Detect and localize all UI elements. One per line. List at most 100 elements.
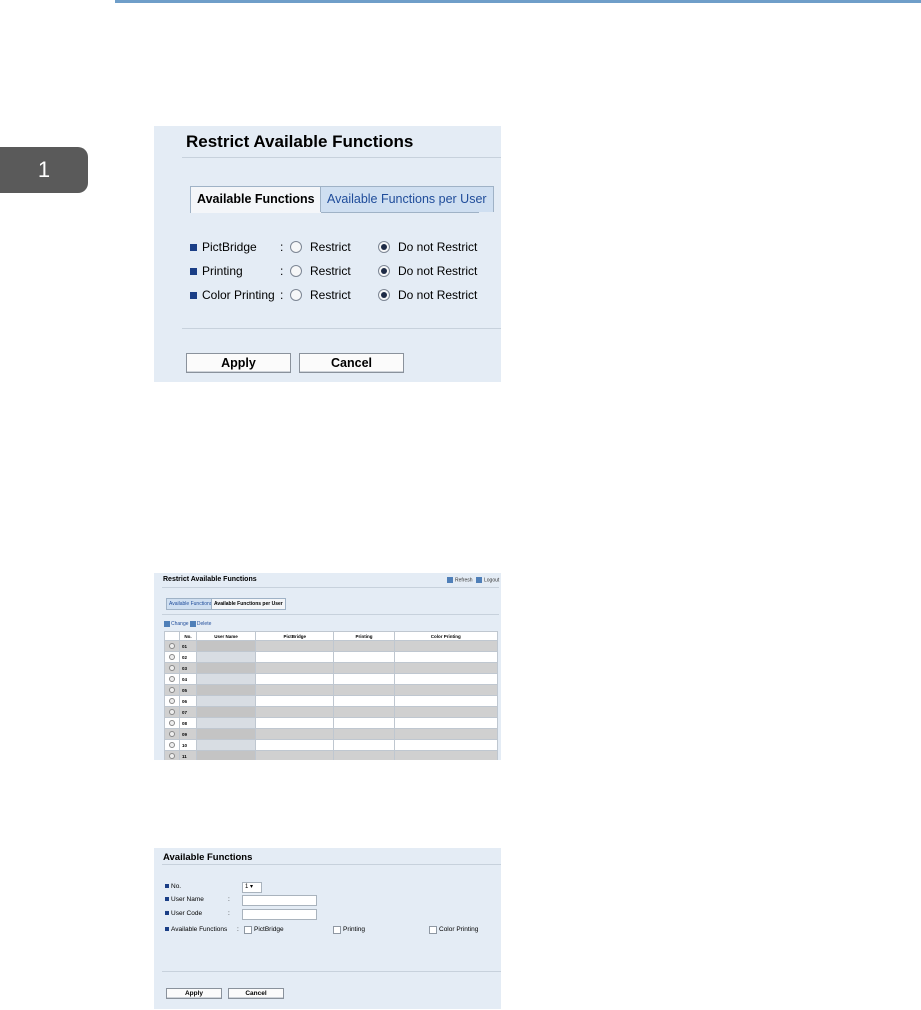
table-row[interactable]: 11 (164, 750, 499, 760)
restrict-radio[interactable] (290, 265, 302, 277)
footer-divider (162, 971, 501, 972)
do-not-restrict-label: Do not Restrict (398, 264, 478, 278)
do-not-restrict-label: Do not Restrict (398, 240, 478, 254)
available-functions-row: Available Functions : PictBridge Printin… (165, 925, 495, 935)
table-row[interactable]: 06 (164, 695, 499, 707)
refresh-label: Refresh (455, 577, 473, 584)
tab-available-functions-per-user[interactable]: Available Functions per User (211, 598, 286, 610)
bullet-square-icon (190, 268, 197, 275)
column-header-printing: Printing (333, 631, 395, 641)
row-select-radio[interactable] (164, 739, 180, 751)
colon: : (228, 896, 230, 903)
colon: : (237, 926, 239, 933)
color-printing-cell (393, 706, 499, 718)
row-select-radio[interactable] (164, 651, 180, 663)
table-row[interactable]: 02 (164, 651, 499, 663)
do-not-restrict-radio[interactable] (378, 241, 390, 253)
pictbridge-cell (254, 717, 335, 729)
change-icon (164, 621, 170, 627)
user-name-cell (196, 695, 256, 707)
row-select-radio[interactable] (164, 750, 180, 760)
restrict-radio[interactable] (290, 241, 302, 253)
do-not-restrict-radio[interactable] (378, 289, 390, 301)
bullet-square-icon (165, 911, 169, 915)
cancel-button[interactable]: Cancel (228, 988, 284, 999)
color-printing-cell (393, 684, 499, 696)
refresh-link[interactable]: Refresh (447, 577, 473, 583)
no-select[interactable]: 1 ▾ (242, 882, 262, 893)
row-select-radio[interactable] (164, 673, 180, 685)
color-printing-cell (393, 750, 499, 760)
color-printing-cell (393, 728, 499, 740)
user-code-input[interactable] (242, 909, 317, 920)
row-select-radio[interactable] (164, 706, 180, 718)
do-not-restrict-label: Do not Restrict (398, 288, 478, 302)
table-row[interactable]: 08 (164, 717, 499, 729)
user-name-cell (196, 651, 256, 663)
refresh-icon (447, 577, 453, 583)
delete-link[interactable]: Delete (189, 621, 211, 627)
radio-icon (169, 752, 175, 759)
column-header-color-printing: Color Printing (393, 631, 499, 641)
radio-icon (169, 642, 175, 649)
table-row[interactable]: 10 (164, 739, 499, 751)
cancel-button[interactable]: Cancel (299, 353, 404, 373)
do-not-restrict-radio[interactable] (378, 265, 390, 277)
function-label: Printing (202, 264, 243, 278)
row-select-radio[interactable] (164, 717, 180, 729)
tab-available-functions-per-user[interactable]: Available Functions per User (320, 186, 494, 212)
printing-checkbox[interactable] (333, 926, 341, 934)
radio-icon (169, 686, 175, 693)
colon: : (228, 910, 230, 917)
restrict-label: Restrict (310, 240, 351, 254)
title-divider (162, 864, 501, 865)
color-printing-checkbox[interactable] (429, 926, 437, 934)
table-row[interactable]: 03 (164, 662, 499, 674)
tab-divider (162, 614, 499, 615)
radio-icon (169, 730, 175, 737)
user-table: No. User Name PictBridge Printing Color … (164, 631, 499, 760)
table-row[interactable]: 07 (164, 706, 499, 718)
user-name-cell (196, 728, 256, 740)
row-number: 11 (179, 750, 197, 760)
user-code-label: User Code (171, 910, 203, 917)
printing-cell (333, 750, 395, 760)
color-printing-cell (393, 695, 499, 707)
bullet-square-icon (165, 884, 169, 888)
logout-link[interactable]: Logout (476, 577, 499, 583)
radio-icon (169, 708, 175, 715)
table-row[interactable]: 01 (164, 640, 499, 652)
tab-available-functions[interactable]: Available Functions (166, 598, 216, 610)
apply-button[interactable]: Apply (186, 353, 291, 373)
delete-icon (189, 621, 196, 627)
row-select-radio[interactable] (164, 695, 180, 707)
pictbridge-label: PictBridge (254, 926, 284, 933)
restrict-radio[interactable] (290, 289, 302, 301)
row-number: 06 (179, 695, 197, 707)
user-name-cell (196, 640, 256, 652)
table-row[interactable]: 05 (164, 684, 499, 696)
tab-available-functions[interactable]: Available Functions (190, 186, 322, 213)
row-select-radio[interactable] (164, 640, 180, 652)
colon: : (280, 288, 284, 302)
row-select-radio[interactable] (164, 684, 180, 696)
pictbridge-cell (254, 739, 335, 751)
action-bar: Change Delete (164, 621, 211, 627)
row-select-radio[interactable] (164, 662, 180, 674)
row-number: 07 (179, 706, 197, 718)
available-functions-form: Available Functions No. 1 ▾ User Name : … (154, 848, 501, 1009)
change-link[interactable]: Change (164, 621, 189, 627)
pictbridge-checkbox[interactable] (244, 926, 252, 934)
tab-bar: Available Functions Available Functions … (190, 186, 494, 213)
radio-icon (169, 719, 175, 726)
bullet-square-icon (190, 292, 197, 299)
table-row[interactable]: 04 (164, 673, 499, 685)
row-select-radio[interactable] (164, 728, 180, 740)
printing-cell (333, 673, 395, 685)
user-name-input[interactable] (242, 895, 317, 906)
page-title: Restrict Available Functions (163, 576, 257, 583)
apply-button[interactable]: Apply (166, 988, 222, 999)
title-divider (182, 157, 501, 158)
restrict-label: Restrict (310, 264, 351, 278)
table-row[interactable]: 09 (164, 728, 499, 740)
